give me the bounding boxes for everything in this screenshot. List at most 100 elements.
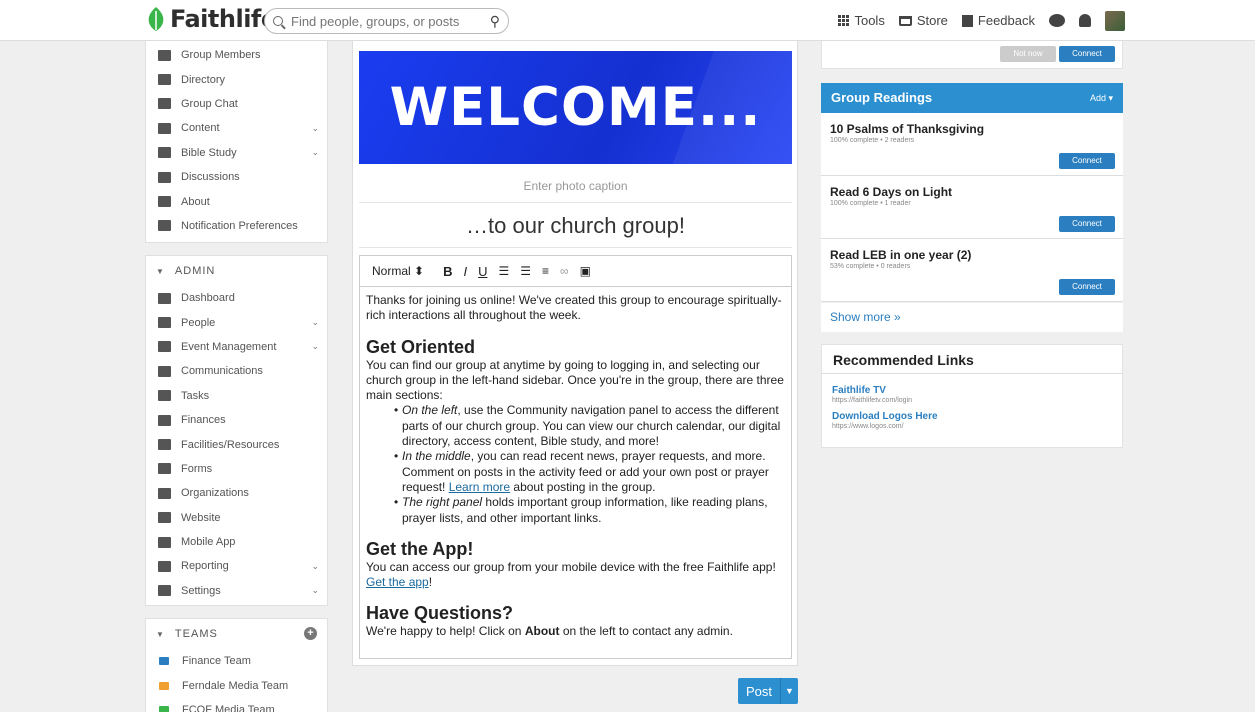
chevron-down-icon[interactable]: ⌄ [311, 341, 319, 352]
sidebar-item-settings[interactable]: Settings ⌄ [146, 579, 327, 603]
chevron-down-icon[interactable]: ⌄ [311, 585, 319, 596]
recommended-link[interactable]: Faithlife TV https://faithlifetv.com/logi… [822, 385, 1122, 404]
sidebar-item-label: Forms [181, 462, 213, 475]
sidebar-item-tasks[interactable]: Tasks [146, 384, 327, 408]
sidebar-item-group-members[interactable]: Group Members [146, 43, 327, 67]
gear-icon [158, 585, 171, 597]
sidebar-item-about[interactable]: About [146, 189, 327, 213]
sidebar-item-ferndale-media-team[interactable]: Ferndale Media Team [146, 673, 327, 697]
questions-paragraph: We're happy to help! Click on About on t… [366, 624, 733, 639]
user-avatar[interactable] [1105, 10, 1125, 31]
reading-connect-button[interactable]: Connect [1059, 216, 1115, 232]
sidebar-item-mobile-app[interactable]: Mobile App [146, 530, 327, 554]
search-bar[interactable]: ⚲ [264, 8, 509, 34]
post-options-dropdown[interactable]: ▼ [780, 678, 798, 704]
reading-plan-item: Read LEB in one year (2) 53% complete • 0… [821, 239, 1123, 302]
sidebar-item-notification-preferences[interactable]: Notification Preferences [146, 214, 327, 238]
learn-more-link[interactable]: Learn more [449, 480, 510, 494]
location-pin-icon[interactable]: ⚲ [490, 13, 500, 30]
sidebar-item-event-management[interactable]: Event Management ⌄ [146, 335, 327, 359]
recommended-link[interactable]: Download Logos Here https://www.logos.com… [822, 411, 1122, 430]
image-icon[interactable]: ▣ [580, 264, 591, 278]
collapse-triangle-icon: ▼ [156, 266, 165, 276]
sidebar-item-organizations[interactable]: Organizations [146, 481, 327, 505]
connect-button[interactable]: Connect [1059, 46, 1115, 62]
admin-section-header[interactable]: ▼ ADMIN [146, 256, 327, 286]
tasks-icon [158, 390, 171, 402]
sidebar-item-label: Directory [181, 73, 226, 86]
sidebar-item-people[interactable]: People ⌄ [146, 310, 327, 334]
link-title[interactable]: Download Logos Here [832, 411, 1122, 422]
post-button[interactable]: Post ▼ [738, 678, 798, 704]
reading-progress: 100% complete • 2 readers [830, 137, 915, 144]
sidebar-item-discussions[interactable]: Discussions [146, 165, 327, 189]
rich-text-editor[interactable]: Normal ⬍ B I U ☰ ☰ ≡ ∞ ▣ Thanks for join… [359, 255, 792, 659]
get-the-app-link[interactable]: Get the app [366, 575, 429, 589]
sidebar-item-finance-team[interactable]: Finance Team [146, 649, 327, 673]
sidebar-item-finances[interactable]: Finances [146, 408, 327, 432]
people-icon [158, 317, 171, 329]
tools-menu[interactable]: Tools [838, 13, 885, 28]
show-more-link[interactable]: Show more » [821, 303, 1123, 332]
add-team-icon[interactable]: + [304, 627, 317, 640]
team-color-icon [159, 657, 169, 666]
people-icon [158, 49, 171, 61]
reading-name[interactable]: 10 Psalms of Thanksgiving [830, 122, 984, 136]
teams-section-header[interactable]: ▼ TEAMS [146, 619, 327, 649]
store-link[interactable]: Store [898, 13, 948, 28]
sidebar-item-directory[interactable]: Directory [146, 67, 327, 91]
search-input[interactable] [291, 13, 471, 29]
sidebar-item-reporting[interactable]: Reporting ⌄ [146, 554, 327, 578]
chevron-down-icon[interactable]: ⌄ [311, 317, 319, 328]
chevron-down-icon[interactable]: ⌄ [311, 561, 319, 572]
reading-name[interactable]: Read 6 Days on Light [830, 185, 952, 199]
org-icon [158, 487, 171, 499]
sidebar-item-content[interactable]: Content ⌄ [146, 116, 327, 140]
sidebar-item-group-chat[interactable]: Group Chat [146, 92, 327, 116]
notifications-bell-icon[interactable] [1079, 14, 1091, 27]
reading-connect-button[interactable]: Connect [1059, 153, 1115, 169]
chevron-down-icon[interactable]: ⌄ [311, 147, 319, 158]
bold-button[interactable]: B [443, 264, 452, 279]
ordered-list-icon[interactable]: ☰ [498, 264, 509, 278]
format-select[interactable]: Normal ⬍ [372, 264, 424, 278]
link-title[interactable]: Faithlife TV [832, 385, 1122, 396]
sidebar-item-label: Group Members [181, 49, 261, 62]
sidebar-item-label: Event Management [181, 340, 277, 353]
sidebar-item-communications[interactable]: Communications [146, 359, 327, 383]
sidebar-item-label: Website [181, 511, 221, 524]
sidebar-item-fcof-media-team[interactable]: FCOF Media Team [146, 698, 327, 712]
welcome-banner-image: WELCOME... [359, 51, 792, 164]
chevron-down-icon[interactable]: ⌄ [311, 123, 319, 134]
sidebar-item-forms[interactable]: Forms [146, 457, 327, 481]
italic-button[interactable]: I [463, 264, 467, 279]
align-icon[interactable]: ≡ [542, 264, 549, 278]
sidebar-item-facilities-resources[interactable]: Facilities/Resources [146, 432, 327, 456]
photo-caption-input[interactable]: Enter photo caption [359, 169, 792, 203]
sidebar-item-label: Reporting [181, 560, 229, 573]
sidebar-item-dashboard[interactable]: Dashboard [146, 286, 327, 310]
sidebar-item-website[interactable]: Website [146, 506, 327, 530]
underline-button[interactable]: U [478, 264, 487, 279]
sidebar-item-label: Ferndale Media Team [182, 679, 289, 692]
teams-nav-panel: ▼ TEAMS + Finance Team Ferndale Media Tea… [145, 618, 328, 712]
bullet-list-icon[interactable]: ☰ [520, 264, 531, 278]
brand-name: Faithlife [170, 5, 277, 33]
sidebar-item-label: Facilities/Resources [181, 438, 280, 451]
reading-connect-button[interactable]: Connect [1059, 279, 1115, 295]
feedback-link[interactable]: Feedback [961, 13, 1035, 28]
app-paragraph: You can access our group from your mobil… [366, 559, 776, 590]
reading-name[interactable]: Read LEB in one year (2) [830, 248, 971, 262]
bible-icon [158, 147, 171, 159]
sidebar-item-label: Discussions [181, 171, 240, 184]
messages-icon[interactable] [1049, 14, 1065, 27]
sidebar-item-label: Content [181, 122, 220, 135]
editor-content[interactable]: Thanks for joining us online! We've crea… [360, 287, 791, 646]
not-now-button[interactable]: Not now [1000, 46, 1056, 62]
sidebar-item-label: Bible Study [181, 146, 237, 159]
post-title[interactable]: …to our church group! [359, 204, 792, 248]
add-reading-dropdown[interactable]: Add ▾ [1090, 93, 1113, 104]
link-icon[interactable]: ∞ [560, 264, 569, 278]
sidebar-item-bible-study[interactable]: Bible Study ⌄ [146, 141, 327, 165]
faithlife-logo[interactable]: Faithlife [145, 5, 277, 33]
